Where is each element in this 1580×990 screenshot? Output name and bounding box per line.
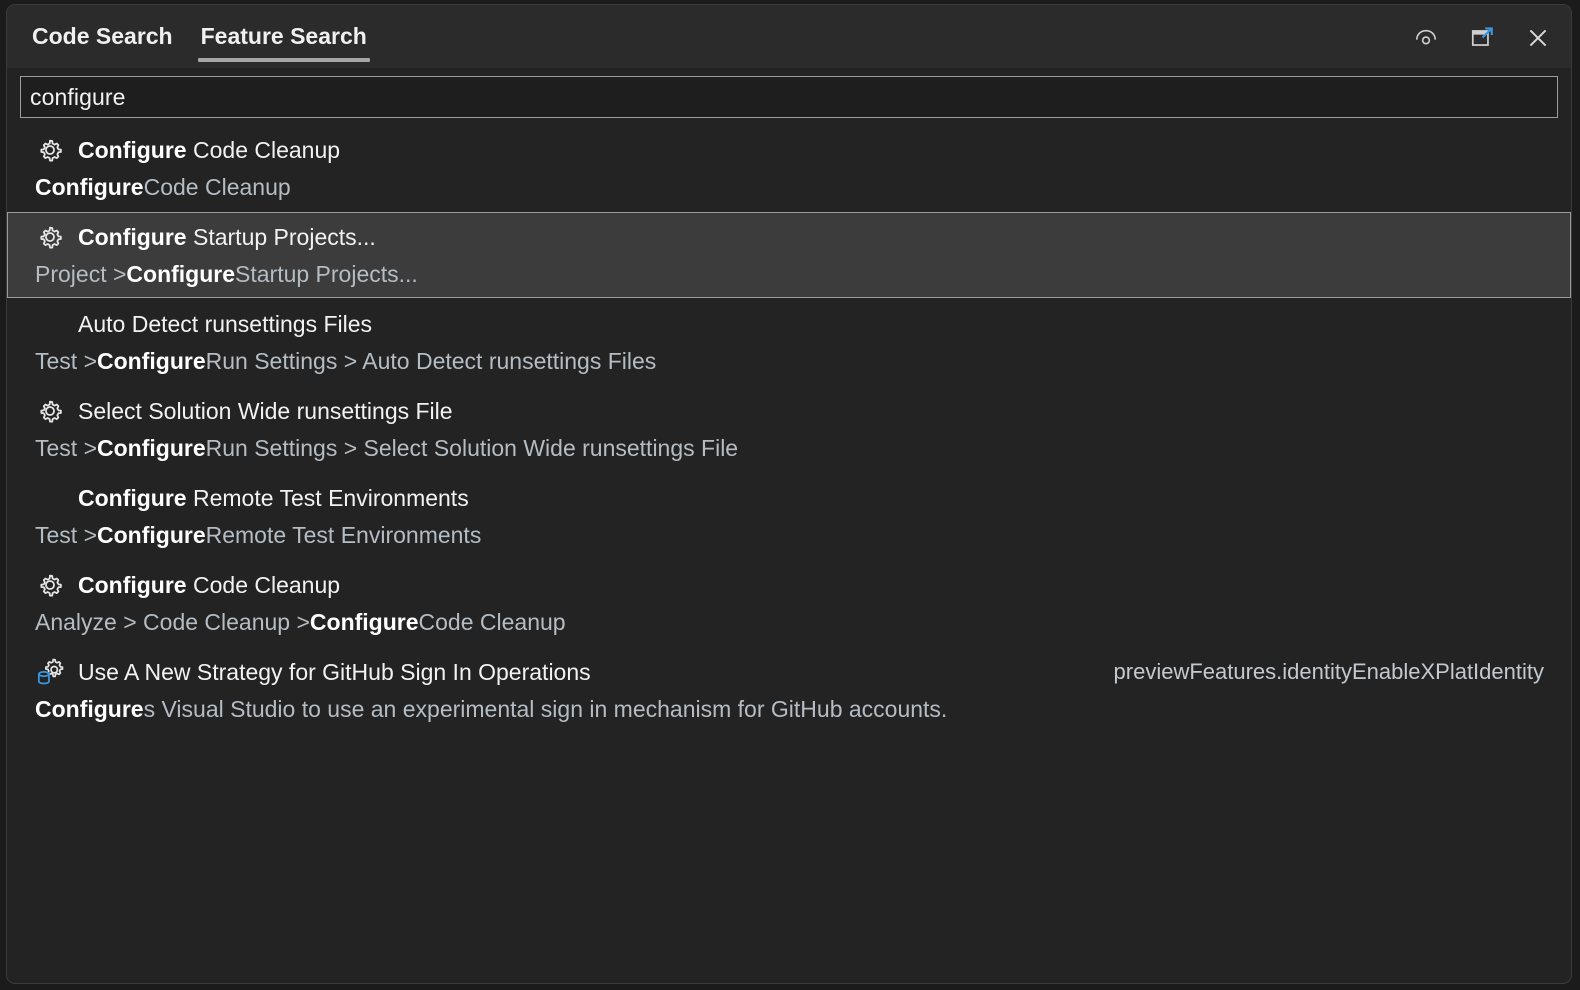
result-title: Auto Detect runsettings Files (78, 309, 372, 339)
tab-strip: Code Search Feature Search (7, 5, 381, 68)
settings-database-gear-icon (35, 657, 65, 687)
feature-search-window: Code Search Feature Search (6, 4, 1572, 984)
result-title: Use A New Strategy for GitHub Sign In Op… (78, 657, 591, 687)
result-title: Configure Remote Test Environments (78, 483, 469, 513)
gear-icon (35, 570, 65, 600)
result-row[interactable]: Auto Detect runsettings Files Test > Conf… (7, 299, 1571, 385)
result-breadcrumb: Configures Visual Studio to use an exper… (35, 691, 1557, 727)
result-title-line: Configure Code Cleanup (35, 131, 1557, 169)
result-breadcrumb: Analyze > Code Cleanup > Configure Code … (35, 604, 1557, 640)
result-title: Select Solution Wide runsettings File (78, 396, 453, 426)
result-breadcrumb: Test > Configure Run Settings > Auto Det… (35, 343, 1557, 379)
results-list: Configure Code CleanupConfigure Code Cle… (7, 118, 1571, 983)
search-input[interactable] (30, 84, 1548, 111)
result-row[interactable]: Select Solution Wide runsettings File Tes… (7, 386, 1571, 472)
tab-feature-search[interactable]: Feature Search (187, 5, 381, 68)
result-title-line: Configure Startup Projects... (35, 218, 1557, 256)
gear-icon (35, 396, 65, 426)
result-breadcrumb: Project > Configure Startup Projects... (35, 256, 1557, 292)
open-in-new-window-icon[interactable] (1463, 19, 1501, 57)
no-icon-placeholder (35, 483, 65, 513)
result-title-line: Configure Code Cleanup (35, 566, 1557, 604)
gear-icon (35, 222, 65, 252)
search-box[interactable] (20, 76, 1558, 118)
preview-eye-icon[interactable] (1407, 19, 1445, 57)
result-row[interactable]: Configure Remote Test Environments Test >… (7, 473, 1571, 559)
gear-icon (35, 135, 65, 165)
search-area (7, 68, 1571, 118)
close-icon[interactable] (1519, 19, 1557, 57)
result-title-line: Select Solution Wide runsettings File (35, 392, 1557, 430)
result-title: Configure Code Cleanup (78, 570, 340, 600)
result-setting-id: previewFeatures.identityEnableXPlatIdent… (1114, 657, 1544, 687)
result-title: Configure Startup Projects... (78, 222, 376, 252)
tab-feature-search-label: Feature Search (201, 23, 367, 50)
result-row[interactable]: Configure Startup Projects... Project > C… (7, 212, 1571, 298)
tab-code-search-label: Code Search (32, 23, 173, 50)
result-row[interactable]: Use A New Strategy for GitHub Sign In Op… (7, 647, 1571, 733)
result-breadcrumb: Configure Code Cleanup (35, 169, 1557, 205)
result-title-line: Auto Detect runsettings Files (35, 305, 1557, 343)
no-icon-placeholder (35, 309, 65, 339)
result-breadcrumb: Test > Configure Run Settings > Select S… (35, 430, 1557, 466)
result-title: Configure Code Cleanup (78, 135, 340, 165)
result-breadcrumb: Test > Configure Remote Test Environment… (35, 517, 1557, 553)
result-title-line: Configure Remote Test Environments (35, 479, 1557, 517)
window-controls (1407, 19, 1557, 57)
result-row[interactable]: Configure Code Cleanup Configure Code Cle… (7, 125, 1571, 211)
result-row[interactable]: Configure Code Cleanup Analyze > Code Cle… (7, 560, 1571, 646)
tab-code-search[interactable]: Code Search (18, 5, 187, 68)
titlebar: Code Search Feature Search (7, 5, 1571, 68)
